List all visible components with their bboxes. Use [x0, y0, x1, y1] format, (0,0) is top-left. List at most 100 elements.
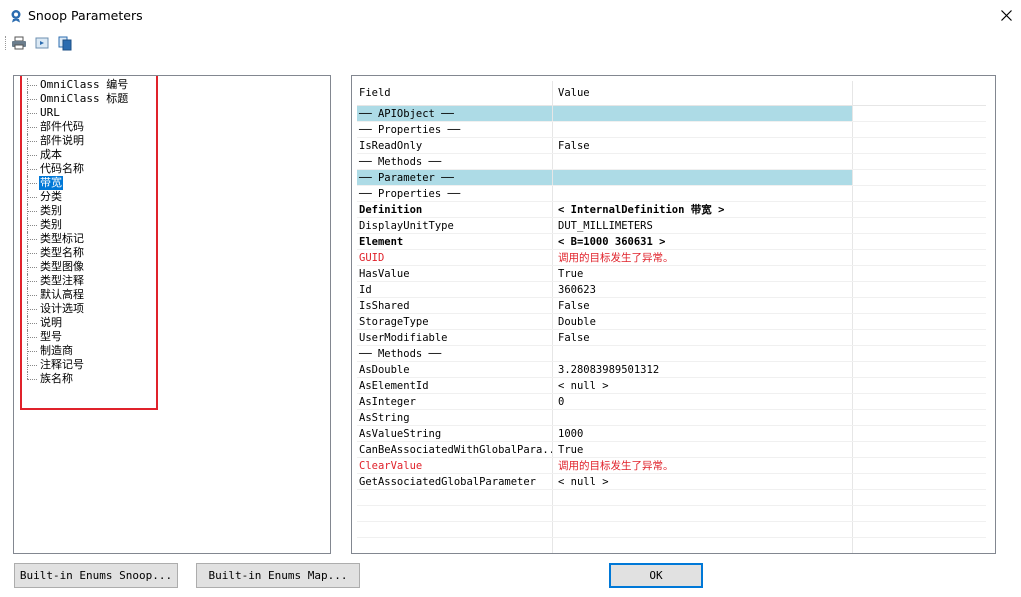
table-row[interactable] — [357, 522, 986, 538]
column-header-value[interactable]: Value — [553, 81, 853, 105]
table-row[interactable]: AsInteger 0 — [357, 394, 986, 410]
table-row[interactable]: IsShared False — [357, 298, 986, 314]
tree-item[interactable]: 类型名称 — [24, 246, 129, 260]
tree-item[interactable]: 类别 — [24, 204, 129, 218]
tree-item-label: OmniClass 编号 — [40, 78, 129, 91]
table-row[interactable]: IsReadOnly False — [357, 138, 986, 154]
table-row[interactable] — [357, 538, 986, 553]
tree-item[interactable]: 制造商 — [24, 344, 129, 358]
ok-button[interactable]: OK — [609, 563, 703, 588]
column-header-filler — [853, 81, 986, 105]
table-row[interactable]: HasValue True — [357, 266, 986, 282]
print-preview-button[interactable] — [34, 35, 52, 51]
filler-cell — [853, 170, 986, 185]
tree-item[interactable]: 代码名称 — [24, 162, 129, 176]
table-row[interactable]: AsString — [357, 410, 986, 426]
table-row[interactable] — [357, 490, 986, 506]
table-row[interactable]: Element < B=1000 360631 > — [357, 234, 986, 250]
tree-item[interactable]: 族名称 — [24, 372, 129, 386]
filler-cell — [853, 458, 986, 473]
tree-item-label: 注释记号 — [40, 358, 84, 371]
table-row[interactable]: AsDouble 3.28083989501312 — [357, 362, 986, 378]
tree-item[interactable]: 型号 — [24, 330, 129, 344]
tree-item[interactable]: 注释记号 — [24, 358, 129, 372]
tree-item-label: 类型名称 — [40, 246, 84, 259]
table-row[interactable]: ── Properties ── — [357, 122, 986, 138]
value-cell: < null > — [553, 474, 853, 489]
tree-item-label: 类别 — [40, 218, 62, 231]
tree-item[interactable]: 分类 — [24, 190, 129, 204]
tree-item[interactable]: 带宽 — [24, 176, 129, 190]
field-cell: ── Methods ── — [357, 154, 553, 169]
print-icon — [12, 36, 26, 50]
field-cell: CanBeAssociatedWithGlobalPara... — [359, 442, 553, 457]
table-row[interactable] — [357, 506, 986, 522]
built-in-enums-snoop-button[interactable]: Built-in Enums Snoop... — [14, 563, 178, 588]
table-row[interactable]: ── Methods ── — [357, 154, 986, 170]
filler-cell — [853, 506, 986, 521]
print-button[interactable] — [11, 35, 29, 51]
parameter-tree[interactable]: OmniClass 编号 OmniClass 标题 URL 部件代码 部件说明 成本 代码名… — [13, 75, 331, 554]
table-row[interactable]: Definition < InternalDefinition 带宽 > — [357, 202, 986, 218]
tree-item[interactable]: 默认高程 — [24, 288, 129, 302]
filler-cell — [853, 410, 986, 425]
filler-cell — [853, 202, 986, 217]
tree-item[interactable]: 设计选项 — [24, 302, 129, 316]
field-cell: DisplayUnitType — [357, 218, 553, 233]
tree-item-label: 说明 — [40, 316, 62, 329]
field-cell: AsInteger — [357, 394, 553, 409]
field-cell: HasValue — [357, 266, 553, 281]
field-cell: IsReadOnly — [357, 138, 553, 153]
column-header-field[interactable]: Field — [357, 81, 553, 105]
tree-item[interactable]: 类型图像 — [24, 260, 129, 274]
table-row[interactable]: ClearValue 调用的目标发生了异常。 — [357, 458, 986, 474]
value-cell — [553, 346, 853, 361]
tree-item[interactable]: 成本 — [24, 148, 129, 162]
copy-icon — [58, 36, 72, 51]
filler-cell — [853, 362, 986, 377]
table-row[interactable]: ── Parameter ── — [357, 170, 986, 186]
value-cell: DUT_MILLIMETERS — [553, 218, 853, 233]
table-row[interactable]: AsElementId < null > — [357, 378, 986, 394]
filler-cell — [853, 538, 986, 553]
tree-item[interactable]: URL — [24, 106, 129, 120]
filler-cell — [853, 522, 986, 537]
value-cell: 3.28083989501312 — [553, 362, 853, 377]
field-cell: StorageType — [357, 314, 553, 329]
tree-item[interactable]: 说明 — [24, 316, 129, 330]
tree-item-label: 成本 — [40, 148, 62, 161]
table-row[interactable]: AsValueString 1000 — [357, 426, 986, 442]
built-in-enums-map-button[interactable]: Built-in Enums Map... — [196, 563, 360, 588]
field-cell: GUID — [357, 250, 553, 265]
tree-item[interactable]: OmniClass 标题 — [24, 92, 129, 106]
table-row[interactable]: GetAssociatedGlobalParameter < null > — [357, 474, 986, 490]
table-row[interactable]: UserModifiable False — [357, 330, 986, 346]
tree-item[interactable]: 类别 — [24, 218, 129, 232]
value-cell — [553, 154, 853, 169]
table-row[interactable]: DisplayUnitType DUT_MILLIMETERS — [357, 218, 986, 234]
copy-button[interactable] — [57, 35, 75, 51]
table-row[interactable]: GUID 调用的目标发生了异常。 — [357, 250, 986, 266]
tree-item[interactable]: 部件说明 — [24, 134, 129, 148]
close-button[interactable] — [991, 0, 1021, 31]
property-grid[interactable]: Field Value ── APIObject ── ── Propertie… — [351, 75, 996, 554]
close-icon — [1000, 10, 1012, 21]
table-row[interactable]: ── APIObject ── — [357, 106, 986, 122]
value-cell: False — [553, 138, 853, 153]
table-row[interactable]: ── Methods ── — [357, 346, 986, 362]
table-row[interactable]: ── Properties ── — [357, 186, 986, 202]
table-row[interactable]: Id 360623 — [357, 282, 986, 298]
tree-item[interactable]: 类型注释 — [24, 274, 129, 288]
field-cell — [357, 506, 553, 521]
value-cell — [553, 522, 853, 537]
filler-cell — [853, 154, 986, 169]
value-cell — [553, 186, 853, 201]
table-row[interactable]: CanBeAssociatedWithGlobalPara... True — [357, 442, 986, 458]
tree-item[interactable]: 部件代码 — [24, 120, 129, 134]
table-row[interactable]: StorageType Double — [357, 314, 986, 330]
tree-item[interactable]: OmniClass 编号 — [24, 78, 129, 92]
filler-cell — [853, 106, 986, 121]
value-cell: Double — [553, 314, 853, 329]
tree-item[interactable]: 类型标记 — [24, 232, 129, 246]
tree-item-label: 设计选项 — [40, 302, 84, 315]
